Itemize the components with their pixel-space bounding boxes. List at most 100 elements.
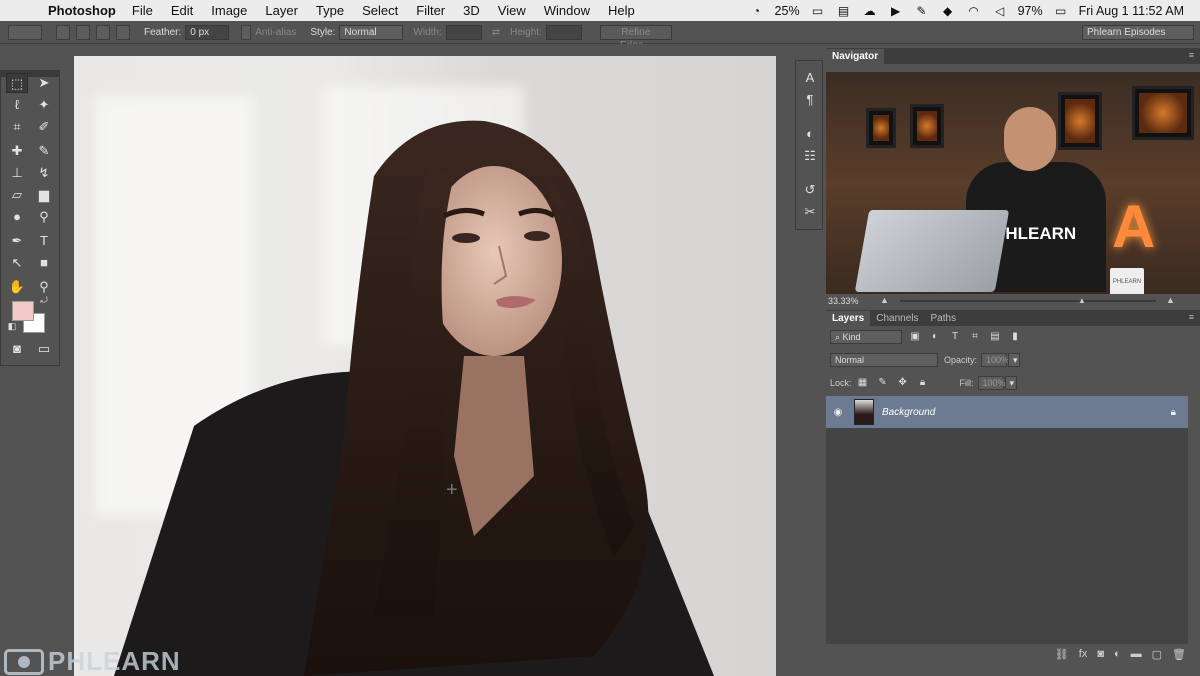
height-input[interactable] — [545, 24, 582, 40]
history-brush-tool-icon[interactable]: ↯ — [33, 163, 55, 183]
layer-thumbnail[interactable] — [854, 399, 874, 425]
menu-help[interactable]: Help — [608, 3, 635, 18]
dropbox-icon[interactable]: ◆ — [940, 5, 956, 17]
tab-layers[interactable]: Layers — [826, 311, 871, 326]
swap-colors-icon[interactable]: ⤾ — [37, 293, 51, 307]
add-selection-button[interactable] — [76, 24, 90, 40]
opacity-input[interactable]: 100% — [981, 353, 1009, 367]
new-adjustment-icon[interactable]: ◐ — [1114, 648, 1121, 660]
healing-brush-tool-icon[interactable]: ✚ — [6, 141, 28, 161]
menu-select[interactable]: Select — [362, 3, 398, 18]
menu-edit[interactable]: Edit — [171, 3, 193, 18]
menu-filter[interactable]: Filter — [416, 3, 445, 18]
marquee-tool-icon[interactable]: ⬚ — [6, 73, 28, 93]
navigator-zoom-value[interactable]: 33.33% — [828, 296, 859, 306]
menu-image[interactable]: Image — [211, 3, 247, 18]
layers-menu-icon[interactable]: ≡ — [1189, 312, 1194, 322]
intersect-selection-button[interactable] — [116, 24, 130, 40]
magic-wand-tool-icon[interactable]: ✦ — [33, 95, 55, 115]
evernote-icon[interactable]: ✎ — [914, 5, 930, 17]
navigator-menu-icon[interactable]: ≡ — [1189, 50, 1194, 60]
blend-mode-select[interactable]: Normal — [830, 353, 938, 367]
feather-input[interactable]: 0 px — [185, 24, 230, 40]
style-select[interactable]: Normal — [339, 24, 404, 40]
battery-icon[interactable]: ▭ — [1053, 5, 1069, 17]
zoom-in-icon[interactable]: ▲ — [1166, 295, 1175, 305]
filter-type-icon[interactable]: T — [948, 330, 962, 344]
creative-cloud-icon[interactable]: ☁ — [862, 5, 878, 17]
menu-3d[interactable]: 3D — [463, 3, 480, 18]
refine-edge-button[interactable]: Refine Edge... — [599, 24, 672, 51]
quick-mask-icon[interactable]: ◙ — [6, 339, 28, 359]
eyedropper-tool-icon[interactable]: ✐ — [33, 117, 55, 137]
type-tool-icon[interactable]: T — [33, 231, 55, 251]
hand-tool-icon[interactable]: ✋ — [6, 277, 28, 297]
canvas-area[interactable]: + — [62, 44, 792, 676]
layer-name[interactable]: Background — [882, 407, 935, 418]
new-selection-button[interactable] — [56, 24, 70, 40]
pen-tool-icon[interactable]: ✒ — [6, 231, 28, 251]
fill-input[interactable]: 100% — [977, 376, 1006, 390]
properties-panel-icon[interactable]: ☷ — [800, 147, 820, 165]
workspace-switcher[interactable]: Phlearn Episodes — [1082, 24, 1194, 40]
zoom-slider-thumb[interactable]: ▲ — [1078, 296, 1086, 305]
screen-icon[interactable]: ▭ — [810, 5, 826, 17]
blur-tool-icon[interactable]: ● — [6, 207, 28, 227]
tab-paths[interactable]: Paths — [925, 311, 963, 326]
filter-pixel-icon[interactable]: ▣ — [908, 330, 922, 344]
swap-dimensions-icon[interactable]: ⇄ — [492, 27, 500, 38]
layer-row-background[interactable]: ◉ Background 🔒︎ — [826, 396, 1188, 428]
opacity-dropdown-icon[interactable]: ▾ — [1008, 353, 1021, 367]
brush-tool-icon[interactable]: ✎ — [33, 141, 55, 161]
new-layer-icon[interactable]: ▢ — [1152, 648, 1162, 661]
tool-presets-panel-icon[interactable]: ✂ — [800, 203, 820, 221]
clone-stamp-tool-icon[interactable]: ⊥ — [6, 163, 28, 183]
eraser-tool-icon[interactable]: ▱ — [6, 185, 28, 205]
menu-file[interactable]: File — [132, 3, 153, 18]
lasso-tool-icon[interactable]: ℓ — [6, 95, 28, 115]
screen-mode-icon[interactable]: ▭ — [33, 339, 55, 359]
lock-all-icon[interactable]: 🔒︎ — [916, 376, 930, 390]
tab-navigator[interactable]: Navigator — [826, 49, 885, 64]
link-layers-icon[interactable]: ⛓ — [1055, 648, 1069, 661]
menu-view[interactable]: View — [498, 3, 526, 18]
move-tool-icon[interactable]: ➤ — [33, 73, 55, 93]
history-panel-icon[interactable]: ↺ — [800, 181, 820, 199]
antialias-checkbox[interactable] — [241, 24, 252, 40]
clock[interactable]: Fri Aug 1 11:52 AM — [1079, 4, 1184, 18]
clipboard-icon[interactable]: ▤ — [836, 5, 852, 17]
filter-smart-object-icon[interactable]: ▤ — [988, 330, 1002, 344]
menu-type[interactable]: Type — [316, 3, 344, 18]
cpu-monitor-icon[interactable]: ◔ — [749, 5, 765, 17]
lock-transparent-icon[interactable]: ▦ — [856, 376, 870, 390]
navigator-preview[interactable]: PHLEARN A PHLEARN — [826, 72, 1200, 294]
crop-tool-icon[interactable]: ⌗ — [6, 117, 28, 137]
foreground-color-swatch[interactable] — [12, 301, 34, 321]
menu-layer[interactable]: Layer — [265, 3, 298, 18]
dodge-tool-icon[interactable]: ⚲ — [33, 207, 55, 227]
wifi-icon[interactable]: ◠ — [966, 5, 982, 17]
tool-preset-picker[interactable] — [8, 24, 42, 40]
navigator-zoom-slider[interactable]: ▲ — [900, 296, 1156, 305]
tab-channels[interactable]: Channels — [870, 311, 924, 326]
width-input[interactable] — [445, 24, 482, 40]
gradient-tool-icon[interactable]: ▆ — [33, 185, 55, 205]
volume-icon[interactable]: ◁ — [992, 5, 1008, 17]
visibility-eye-icon[interactable]: ◉ — [826, 407, 850, 418]
document-canvas[interactable]: + — [74, 56, 776, 676]
path-selection-tool-icon[interactable]: ↖ — [6, 253, 28, 273]
facetime-icon[interactable]: ▶ — [888, 5, 904, 17]
lock-pixels-icon[interactable]: ✎ — [876, 376, 890, 390]
filter-shape-icon[interactable]: ⌗ — [968, 330, 982, 344]
add-mask-icon[interactable]: ◙ — [1097, 648, 1104, 660]
character-panel-icon[interactable]: A — [800, 69, 820, 87]
layer-style-icon[interactable]: fx — [1079, 648, 1088, 660]
adjustments-panel-icon[interactable]: ◐ — [800, 125, 820, 143]
paragraph-panel-icon[interactable]: ¶ — [800, 91, 820, 109]
lock-position-icon[interactable]: ✥ — [896, 376, 910, 390]
filter-toggle-icon[interactable]: ▮ — [1008, 330, 1022, 344]
zoom-out-icon[interactable]: ▲ — [880, 295, 889, 305]
default-colors-icon[interactable]: ◧ — [5, 319, 19, 333]
filter-adjustment-icon[interactable]: ◐ — [928, 330, 942, 344]
shape-tool-icon[interactable]: ■ — [33, 253, 55, 273]
